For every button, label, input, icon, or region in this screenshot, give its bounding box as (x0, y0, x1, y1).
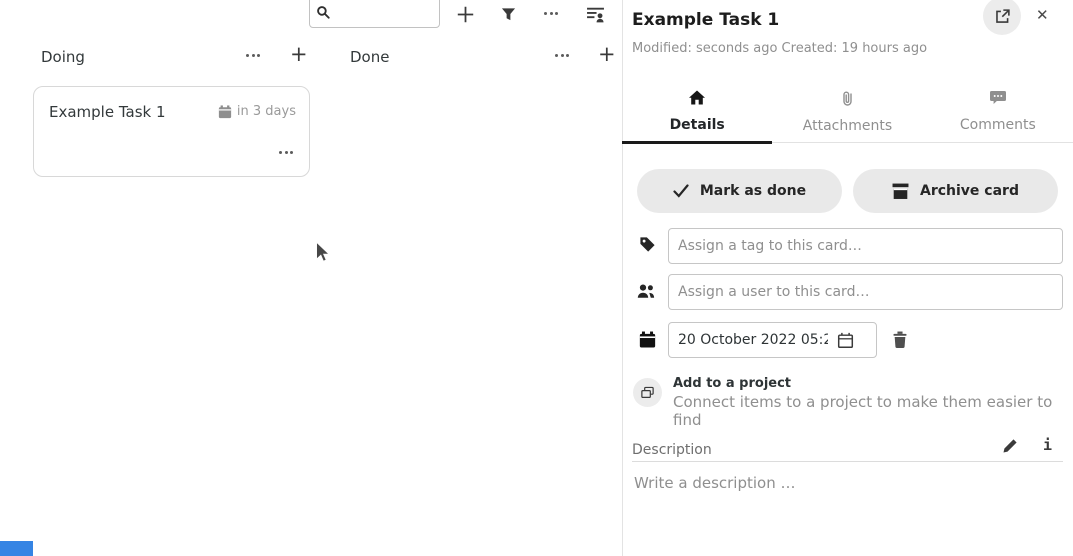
pencil-icon (1002, 438, 1018, 454)
mouse-cursor (315, 241, 330, 268)
open-in-window-button[interactable] (983, 0, 1021, 35)
calendar-icon (218, 105, 232, 119)
description-info-button[interactable]: i (1043, 436, 1052, 454)
panel-modified-created: Modified: seconds ago Created: 19 hours … (632, 41, 927, 56)
board-menu-button[interactable] (544, 12, 558, 15)
column-title-doing: Doing (41, 48, 85, 66)
calendar-outline-icon (837, 332, 854, 349)
mark-as-done-button[interactable]: Mark as done (637, 169, 842, 213)
description-divider (632, 461, 1063, 462)
mark-as-done-label: Mark as done (700, 183, 806, 199)
card-due-date: in 3 days (218, 104, 296, 119)
tab-comments[interactable]: Comments (923, 84, 1073, 142)
task-card[interactable]: Example Task 1 in 3 days (33, 86, 310, 177)
home-icon (689, 90, 705, 109)
assignee-list-button[interactable] (585, 4, 605, 24)
due-date-field (668, 322, 877, 358)
check-icon (673, 184, 689, 198)
filter-icon (501, 7, 516, 22)
column-doing-add-button[interactable]: + (290, 44, 308, 65)
users-icon (637, 283, 656, 303)
due-date-icon (639, 331, 656, 352)
card-title: Example Task 1 (49, 103, 166, 121)
edit-description-button[interactable] (1002, 438, 1018, 458)
archive-icon (892, 183, 909, 199)
export-icon (994, 8, 1011, 25)
comment-icon (990, 90, 1006, 109)
description-label: Description (632, 442, 712, 458)
tab-attachments-label: Attachments (803, 118, 892, 134)
trash-icon (892, 331, 908, 348)
archive-card-label: Archive card (920, 183, 1019, 199)
tab-details-label: Details (670, 117, 725, 133)
card-menu-button[interactable] (279, 151, 293, 154)
add-to-project-title[interactable]: Add to a project (673, 376, 791, 391)
add-card-toolbar-button[interactable] (455, 4, 475, 24)
tab-comments-label: Comments (960, 117, 1036, 133)
archive-card-button[interactable]: Archive card (853, 169, 1058, 213)
tag-icon (639, 236, 656, 257)
assignee-list-icon (586, 5, 605, 24)
user-input[interactable] (669, 284, 1062, 300)
column-done-add-button[interactable]: + (598, 44, 616, 65)
paperclip-icon (841, 90, 854, 110)
column-done-menu-button[interactable] (555, 54, 569, 57)
description-placeholder[interactable]: Write a description … (634, 474, 796, 492)
close-panel-button[interactable]: ✕ (1036, 6, 1049, 24)
panel-card-title: Example Task 1 (632, 10, 779, 30)
column-doing-menu-button[interactable] (246, 54, 260, 57)
user-input-box (668, 274, 1063, 310)
card-due-label: in 3 days (237, 104, 296, 119)
project-windows-icon (640, 385, 655, 400)
date-picker-button[interactable] (837, 332, 854, 349)
search-input[interactable] (335, 2, 425, 24)
kanban-app-window: Doing + Done + Example Task 1 in 3 days … (0, 0, 1073, 556)
add-to-project-subtitle: Connect items to a project to make them … (673, 393, 1073, 429)
search-icon (316, 5, 331, 24)
filter-button[interactable] (498, 4, 518, 24)
remove-due-date-button[interactable] (892, 331, 908, 352)
tab-attachments[interactable]: Attachments (772, 84, 922, 142)
add-to-project-button[interactable] (633, 378, 662, 407)
tag-input[interactable] (669, 238, 1062, 254)
add-icon (456, 5, 475, 24)
column-title-done: Done (350, 48, 389, 66)
accent-artifact (0, 541, 33, 556)
due-date-input[interactable] (669, 332, 837, 348)
panel-tabs: Details Attachments Comments (622, 84, 1073, 143)
search-input-box[interactable] (309, 0, 440, 28)
tag-input-box (668, 228, 1063, 264)
tab-details[interactable]: Details (622, 84, 772, 142)
